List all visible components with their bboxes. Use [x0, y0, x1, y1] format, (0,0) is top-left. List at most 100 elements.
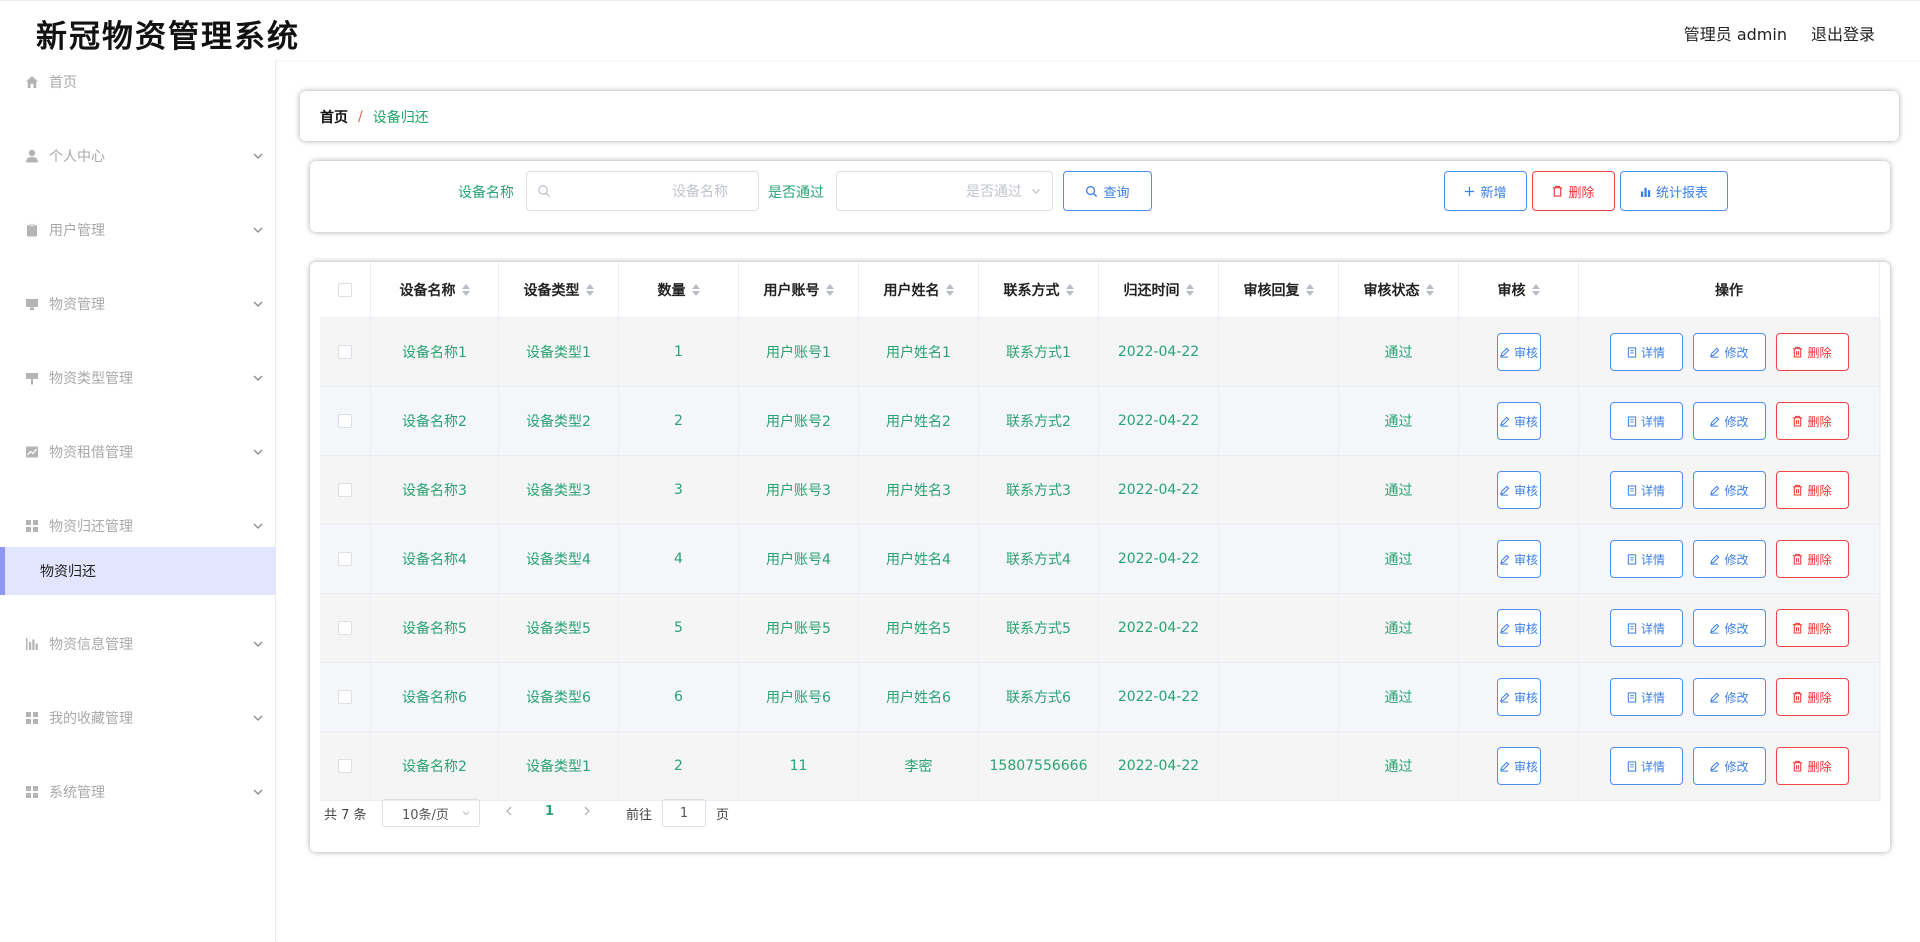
edit-button[interactable]: 修改	[1692, 402, 1766, 440]
sort-icon[interactable]	[1065, 283, 1074, 296]
sidebar-item-material-return-management[interactable]: 物资归还管理	[0, 506, 276, 546]
edit-button-label: 修改	[1724, 345, 1749, 360]
table-row: 设备名称4 设备类型4 4 用户账号4 用户姓名4 联系方式4 2022-04-22 通过 审核…	[320, 525, 1881, 594]
row-delete-button[interactable]: 删除	[1775, 471, 1849, 509]
row-checkbox[interactable]	[338, 414, 352, 428]
audit-button-label: 审核	[1513, 483, 1538, 498]
sort-icon[interactable]	[585, 283, 594, 296]
row-delete-button[interactable]: 删除	[1775, 402, 1849, 440]
batch-delete-button[interactable]: 删除	[1532, 171, 1615, 211]
header-col-return-time[interactable]: 归还时间	[1099, 262, 1219, 318]
detail-button[interactable]: 详情	[1609, 333, 1683, 371]
detail-button[interactable]: 详情	[1609, 609, 1683, 647]
add-button[interactable]: 新增	[1444, 171, 1527, 211]
detail-button[interactable]: 详情	[1609, 471, 1683, 509]
pass-status-select[interactable]: 是否通过	[836, 171, 1053, 211]
audit-button[interactable]: 审核	[1496, 333, 1541, 371]
sidebar-item-label: 用户管理	[49, 223, 105, 239]
detail-button[interactable]: 详情	[1609, 747, 1683, 785]
header-col-device-type[interactable]: 设备类型	[499, 262, 619, 318]
sidebar-item-material-info-management[interactable]: 物资信息管理	[0, 624, 276, 664]
audit-button[interactable]: 审核	[1496, 471, 1541, 509]
edit-button[interactable]: 修改	[1692, 747, 1766, 785]
row-checkbox[interactable]	[338, 345, 352, 359]
sort-icon[interactable]	[1531, 283, 1540, 296]
sidebar-item-user-management[interactable]: 用户管理	[0, 210, 276, 250]
row-select-cell	[320, 387, 371, 456]
query-button[interactable]: 查询	[1063, 171, 1152, 211]
sidebar-item-favorites-management[interactable]: 我的收藏管理	[0, 698, 276, 738]
row-checkbox[interactable]	[338, 690, 352, 704]
edit-button[interactable]: 修改	[1692, 678, 1766, 716]
row-select-cell	[320, 456, 371, 525]
row-checkbox[interactable]	[338, 759, 352, 773]
goto-page-input[interactable]: 1	[662, 799, 706, 827]
sort-icon[interactable]	[945, 283, 954, 296]
edit-pen-icon	[1709, 554, 1720, 565]
select-all-checkbox[interactable]	[338, 282, 352, 297]
current-user-label: 管理员 admin	[1683, 25, 1787, 44]
detail-button[interactable]: 详情	[1609, 678, 1683, 716]
row-delete-button[interactable]: 删除	[1775, 540, 1849, 578]
row-checkbox[interactable]	[338, 483, 352, 497]
page-size-select[interactable]: 10条/页	[382, 799, 480, 827]
row-delete-button[interactable]: 删除	[1775, 609, 1849, 647]
header-col-user-account[interactable]: 用户账号	[739, 262, 859, 318]
table-row: 设备名称6 设备类型6 6 用户账号6 用户姓名6 联系方式6 2022-04-22 通过 审核…	[320, 663, 1881, 732]
edit-button[interactable]: 修改	[1692, 471, 1766, 509]
sort-icon[interactable]	[825, 283, 834, 296]
sidebar-item-material-rental-management[interactable]: 物资租借管理	[0, 432, 276, 472]
sidebar-item-system-management[interactable]: 系统管理	[0, 772, 276, 812]
row-delete-button[interactable]: 删除	[1775, 747, 1849, 785]
detail-button[interactable]: 详情	[1609, 402, 1683, 440]
sidebar-item-material-type-management[interactable]: 物资类型管理	[0, 358, 276, 398]
audit-button[interactable]: 审核	[1496, 540, 1541, 578]
sort-icon[interactable]	[691, 283, 700, 296]
breadcrumb-home[interactable]: 首页	[320, 107, 348, 127]
statistics-report-button[interactable]: 统计报表	[1620, 171, 1728, 211]
row-checkbox[interactable]	[338, 621, 352, 635]
column-header-label: 用户账号	[763, 282, 820, 299]
next-page-icon[interactable]	[582, 805, 592, 817]
header-col-audit[interactable]: 审核	[1459, 262, 1579, 318]
sort-icon[interactable]	[1185, 283, 1194, 296]
sidebar-subitem-material-return[interactable]: 物资归还	[0, 547, 276, 595]
logout-link[interactable]: 退出登录	[1811, 21, 1875, 45]
detail-button[interactable]: 详情	[1609, 540, 1683, 578]
audit-button[interactable]: 审核	[1496, 609, 1541, 647]
prev-page-icon[interactable]	[504, 805, 514, 817]
cell-contact: 联系方式4	[979, 525, 1099, 594]
sidebar-item-material-management[interactable]: 物资管理	[0, 284, 276, 324]
cell-device-name: 设备名称2	[371, 732, 499, 801]
edit-button-label: 修改	[1724, 759, 1749, 774]
header-col-device-name[interactable]: 设备名称	[371, 262, 499, 318]
audit-button[interactable]: 审核	[1496, 402, 1541, 440]
row-delete-button[interactable]: 删除	[1775, 333, 1849, 371]
edit-button[interactable]: 修改	[1692, 609, 1766, 647]
header-col-contact[interactable]: 联系方式	[979, 262, 1099, 318]
plus-icon	[1465, 186, 1475, 196]
row-select-cell	[320, 594, 371, 663]
chevron-down-icon	[253, 227, 263, 233]
document-icon	[1627, 553, 1637, 565]
sidebar-item-home[interactable]: 首页	[0, 62, 276, 102]
chevron-down-icon	[253, 523, 263, 529]
row-checkbox[interactable]	[338, 552, 352, 566]
audit-button[interactable]: 审核	[1496, 747, 1541, 785]
edit-button[interactable]: 修改	[1692, 333, 1766, 371]
cell-audit-reply	[1219, 387, 1339, 456]
sort-icon[interactable]	[461, 283, 470, 296]
edit-button[interactable]: 修改	[1692, 540, 1766, 578]
sort-icon[interactable]	[1305, 283, 1314, 296]
sort-icon[interactable]	[1425, 283, 1434, 296]
header-col-audit-reply[interactable]: 审核回复	[1219, 262, 1339, 318]
sidebar-item-personal-center[interactable]: 个人中心	[0, 136, 276, 176]
header-col-user-name[interactable]: 用户姓名	[859, 262, 979, 318]
current-page-number[interactable]: 1	[545, 804, 554, 819]
header-col-quantity[interactable]: 数量	[619, 262, 739, 318]
row-delete-button[interactable]: 删除	[1775, 678, 1849, 716]
device-name-input[interactable]: 设备名称	[526, 171, 759, 211]
header-col-audit-status[interactable]: 审核状态	[1339, 262, 1459, 318]
audit-button[interactable]: 审核	[1496, 678, 1541, 716]
cell-audit-reply	[1219, 525, 1339, 594]
